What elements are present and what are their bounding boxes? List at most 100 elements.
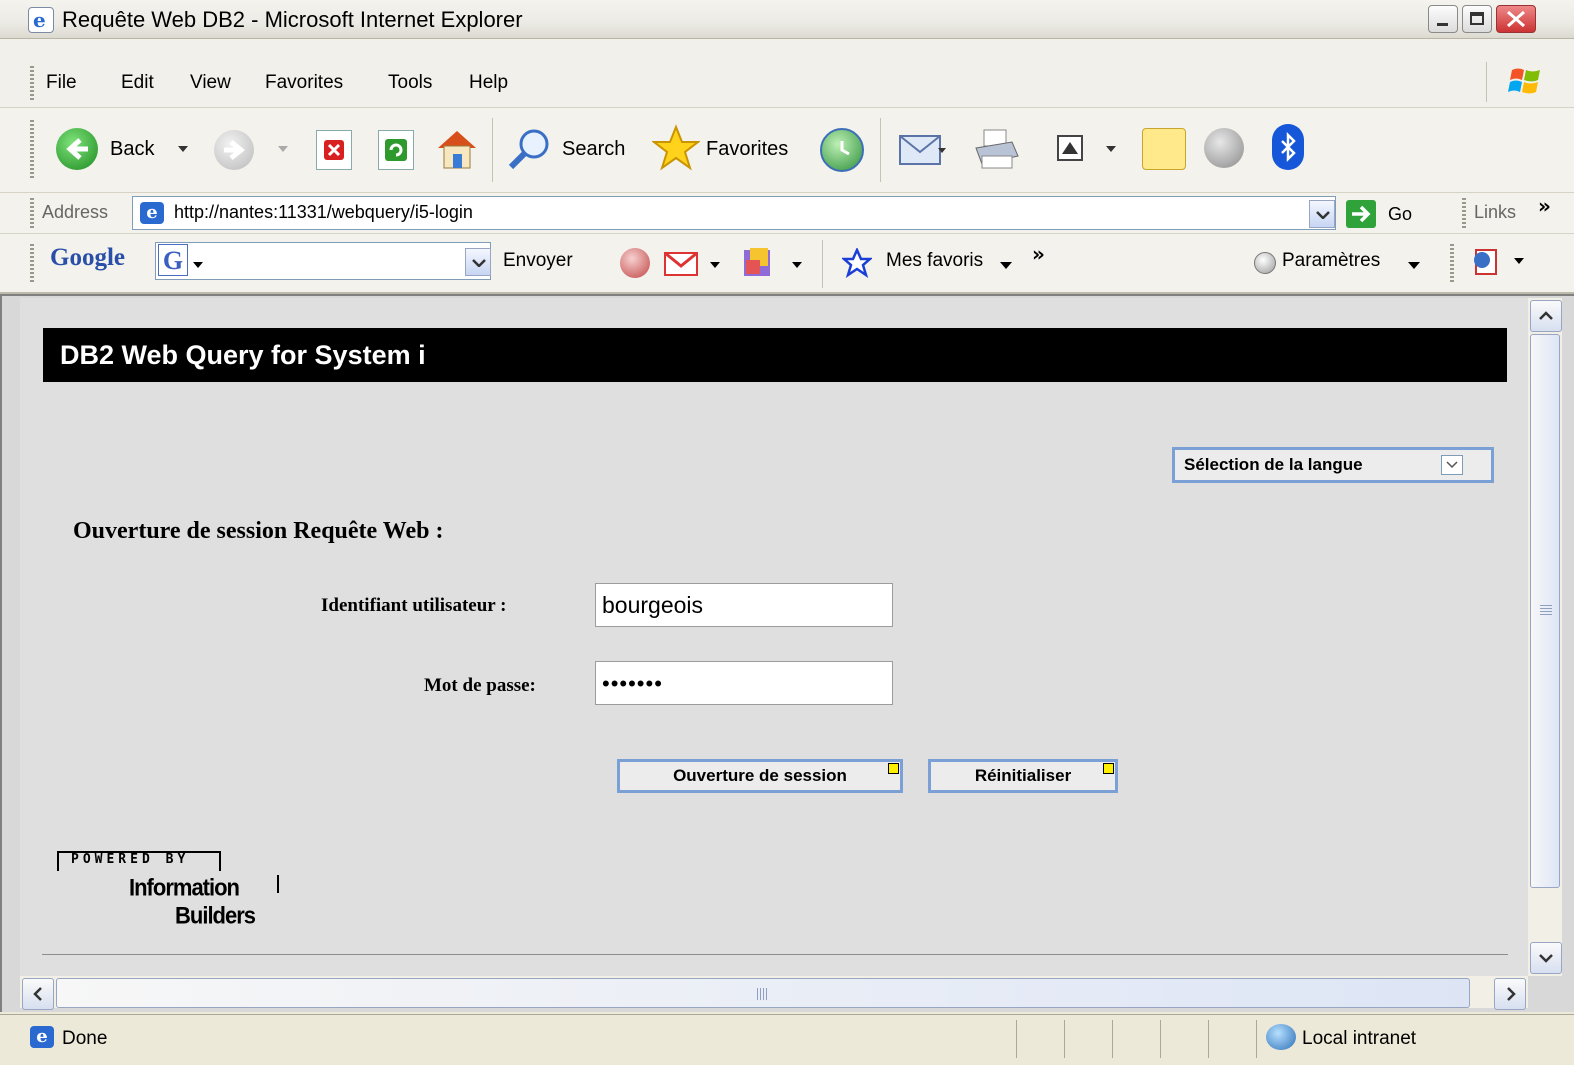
menu-favorites[interactable]: Favorites bbox=[265, 72, 343, 94]
windows-logo-icon bbox=[1508, 68, 1540, 94]
google-g-icon[interactable]: G bbox=[158, 244, 188, 276]
back-button[interactable]: Back bbox=[56, 128, 206, 170]
session-title: Ouverture de session Requête Web : bbox=[73, 518, 444, 544]
toolbar-grip[interactable] bbox=[30, 120, 34, 180]
brand-line-2: Builders bbox=[175, 901, 256, 930]
dropdown-arrow-icon[interactable] bbox=[278, 146, 288, 152]
toolbar-grip[interactable] bbox=[30, 66, 34, 100]
user-id-label: Identifiant utilisateur : bbox=[321, 595, 507, 616]
window-title: Requête Web DB2 - Microsoft Internet Exp… bbox=[62, 7, 523, 32]
password-input[interactable]: ••••••• bbox=[595, 661, 893, 705]
address-dropdown-button[interactable] bbox=[1309, 200, 1335, 228]
search-icon bbox=[508, 129, 549, 170]
gmail-button[interactable] bbox=[664, 250, 728, 278]
menu-tools[interactable]: Tools bbox=[388, 72, 432, 94]
mes-favoris-button[interactable]: Mes favoris bbox=[886, 250, 983, 272]
links-button[interactable]: Links bbox=[1474, 202, 1516, 223]
settings-icon bbox=[1254, 252, 1276, 274]
news-icon[interactable] bbox=[620, 248, 650, 278]
close-button[interactable] bbox=[1496, 5, 1536, 33]
scroll-up-button[interactable] bbox=[1530, 300, 1562, 332]
horizontal-scroll-thumb[interactable] bbox=[56, 978, 1470, 1008]
maximize-button[interactable] bbox=[1462, 5, 1492, 33]
messenger-button[interactable] bbox=[1204, 128, 1244, 168]
toolbar-grip[interactable] bbox=[30, 244, 34, 282]
toolbar-grip[interactable] bbox=[30, 198, 34, 228]
vertical-scroll-thumb[interactable] bbox=[1530, 334, 1560, 888]
reset-button[interactable]: Réinitialiser bbox=[928, 759, 1118, 793]
address-url[interactable]: http://nantes:11331/webquery/i5-login bbox=[174, 202, 473, 223]
google-tools-button[interactable] bbox=[742, 246, 806, 280]
button-corner-icon bbox=[1103, 763, 1114, 774]
history-button[interactable] bbox=[820, 128, 864, 172]
toolbar-separator bbox=[822, 240, 823, 288]
ie-window-icon: e bbox=[28, 7, 54, 33]
scroll-right-button[interactable] bbox=[1494, 978, 1526, 1010]
password-label: Mot de passe: bbox=[424, 675, 536, 696]
zone-text: Local intranet bbox=[1302, 1028, 1417, 1049]
google-dropdown-button[interactable] bbox=[465, 248, 491, 276]
scroll-left-button[interactable] bbox=[22, 978, 54, 1010]
chevron-left-icon bbox=[33, 987, 42, 1001]
pdf-button[interactable] bbox=[1470, 246, 1530, 280]
favorites-button[interactable]: Favorites bbox=[652, 124, 802, 172]
forward-button[interactable] bbox=[214, 130, 254, 170]
status-panel-separator bbox=[1112, 1020, 1113, 1058]
parametres-button[interactable]: Paramètres bbox=[1282, 250, 1380, 272]
chevron-right-icon[interactable]: » bbox=[1538, 194, 1551, 218]
stop-button[interactable] bbox=[316, 130, 352, 170]
brand-line-1: Information bbox=[129, 873, 240, 902]
menu-separator bbox=[1486, 62, 1487, 102]
user-id-input[interactable]: bourgeois bbox=[595, 583, 893, 627]
login-button[interactable]: Ouverture de session bbox=[617, 759, 903, 793]
google-search-input[interactable] bbox=[155, 242, 491, 280]
google-send-button[interactable]: Envoyer bbox=[503, 250, 573, 272]
chevron-down-icon[interactable] bbox=[1441, 455, 1463, 475]
status-text: Done bbox=[62, 1028, 108, 1049]
refresh-button[interactable] bbox=[378, 130, 414, 170]
scroll-down-button[interactable] bbox=[1530, 942, 1562, 974]
stop-icon bbox=[324, 140, 344, 160]
star-icon[interactable] bbox=[842, 248, 872, 278]
menu-help[interactable]: Help bbox=[469, 72, 508, 94]
status-panel-separator bbox=[1016, 1020, 1017, 1058]
go-label: Go bbox=[1388, 204, 1413, 224]
toolbar-grip[interactable] bbox=[1450, 244, 1454, 282]
status-panel-separator bbox=[1208, 1020, 1209, 1058]
menu-edit[interactable]: Edit bbox=[121, 72, 154, 94]
refresh-icon bbox=[385, 139, 407, 161]
status-panel-separator bbox=[1160, 1020, 1161, 1058]
bluetooth-button[interactable] bbox=[1272, 124, 1304, 170]
search-button[interactable]: Search bbox=[506, 126, 636, 170]
chevron-right-icon[interactable]: » bbox=[1032, 242, 1045, 266]
dropdown-arrow-icon[interactable] bbox=[1000, 262, 1012, 269]
button-corner-icon bbox=[888, 763, 899, 774]
dropdown-arrow-icon[interactable] bbox=[193, 262, 203, 268]
home-button[interactable] bbox=[434, 126, 480, 172]
back-label: Back bbox=[110, 138, 155, 160]
back-arrow-icon bbox=[56, 128, 98, 170]
close-icon bbox=[1507, 10, 1525, 28]
go-button[interactable]: Go bbox=[1346, 198, 1426, 230]
dropdown-arrow-icon[interactable] bbox=[1408, 262, 1420, 269]
edit-button[interactable] bbox=[1056, 134, 1126, 164]
favorites-label: Favorites bbox=[706, 138, 789, 160]
menu-file[interactable]: File bbox=[46, 72, 77, 94]
forward-arrow-icon bbox=[224, 140, 246, 160]
menu-bar bbox=[0, 39, 1574, 108]
menu-view[interactable]: View bbox=[190, 72, 231, 94]
go-arrow-icon bbox=[1346, 200, 1376, 228]
address-label: Address bbox=[42, 202, 109, 222]
print-button[interactable] bbox=[972, 126, 1020, 174]
chevron-right-icon bbox=[1507, 987, 1516, 1001]
star-icon bbox=[652, 124, 700, 171]
toolbar-grip[interactable] bbox=[1462, 198, 1466, 228]
title-bar[interactable]: e Requête Web DB2 - Microsoft Internet E… bbox=[0, 0, 1574, 39]
minimize-button[interactable] bbox=[1428, 5, 1458, 33]
page-title: DB2 Web Query for System i bbox=[60, 340, 426, 370]
google-logo[interactable]: Google bbox=[50, 244, 125, 272]
mail-button[interactable] bbox=[898, 128, 948, 170]
notes-button[interactable] bbox=[1142, 128, 1186, 170]
dropdown-arrow-icon[interactable] bbox=[178, 146, 188, 152]
intranet-globe-icon bbox=[1266, 1024, 1296, 1050]
